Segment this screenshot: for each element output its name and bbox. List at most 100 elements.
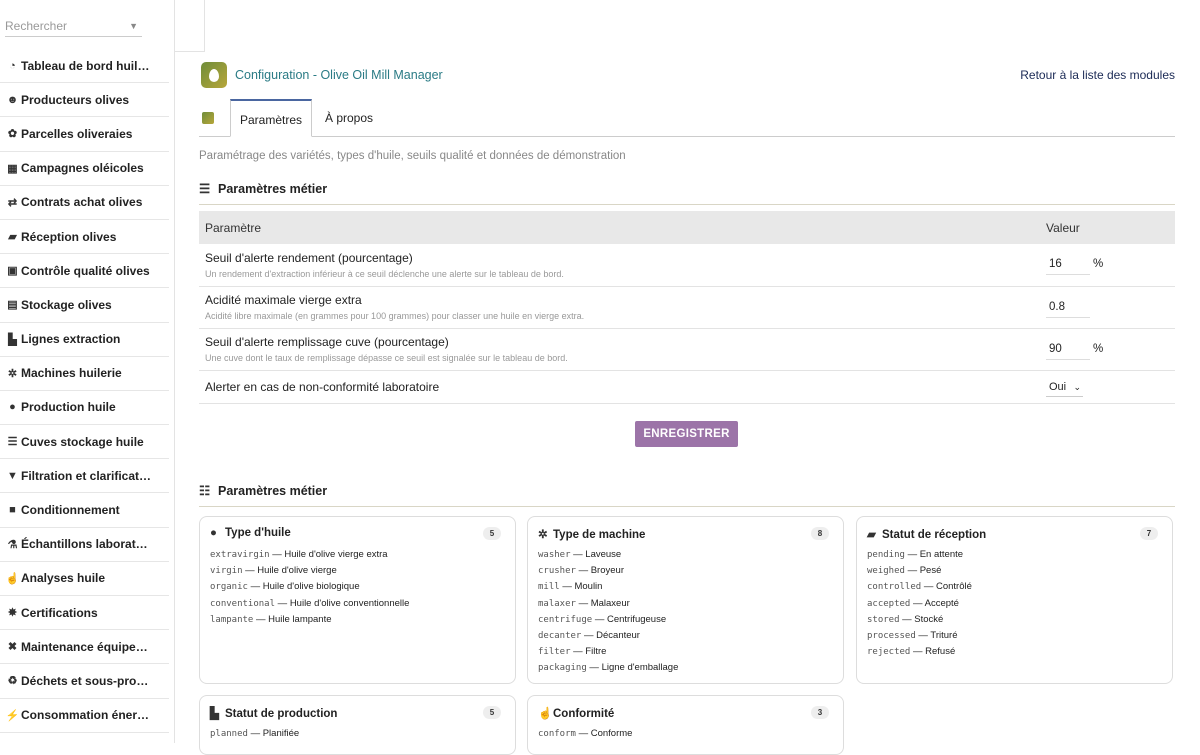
entry-label: Filtre — [585, 646, 607, 658]
list-item: lampante — Huile lampante — [210, 613, 332, 625]
industry-icon: ▙ — [8, 333, 17, 346]
sidebar-item[interactable]: ● Production huile — [0, 391, 169, 426]
list-item: filter — Filtre — [538, 646, 607, 658]
sidebar-item[interactable]: ✲ Machines huilerie — [0, 357, 169, 391]
entry-label: Pesé — [919, 565, 942, 577]
sidebar-item[interactable]: ▦ Campagnes oléicoles — [0, 152, 169, 186]
param-description: Un rendement d'extraction inférieur à ce… — [205, 268, 564, 279]
dictionary-card: ▙ Statut de production 5 planned — Planifié… — [199, 695, 516, 755]
sidebar: Rechercher ▼ ◔ Tableau de bord huil… ☻ Prod… — [0, 0, 175, 743]
tab-about[interactable]: À propos — [313, 99, 385, 137]
sidebar-item[interactable]: ⚗ Échantillons laborat… — [0, 528, 169, 562]
sidebar-item-label: Échantillons laborat… — [21, 537, 148, 552]
entry-code: malaxer — [538, 598, 576, 609]
sidebar-item[interactable]: ▣ Contrôle qualité olives — [0, 254, 169, 289]
certificate-icon: ✸ — [7, 607, 18, 620]
sidebar-item-label: Maintenance équipe… — [21, 639, 148, 654]
entry-code: conventional — [210, 598, 276, 609]
list-item: crusher — Broyeur — [538, 565, 624, 577]
param-unit: % — [1093, 342, 1104, 355]
sidebar-item-label: Analyses huile — [21, 571, 106, 586]
tools-icon: ✖ — [7, 641, 18, 654]
dict-section-title: ☷ Paramètres métier — [199, 483, 1175, 507]
sidebar-item-label: Production huile — [21, 400, 116, 415]
filter-icon: ▼ — [7, 469, 18, 482]
sidebar-item-label: Machines huilerie — [21, 366, 122, 381]
save-button[interactable]: ENREGISTRER — [635, 421, 738, 447]
industry-icon: ▙ — [210, 708, 219, 720]
sidebar-item[interactable]: ▼ Filtration et clarificat… — [0, 459, 169, 494]
sidebar-item-label: Conditionnement — [21, 503, 120, 518]
entry-label: Huile d'olive vierge extra — [284, 549, 388, 560]
count-badge: 3 — [811, 706, 829, 719]
entry-code: mill — [538, 582, 560, 593]
sidebar-item[interactable]: ■ Conditionnement — [0, 493, 169, 528]
card-title: Type d'huile — [225, 527, 291, 539]
list-item: centrifuge — Centrifugeuse — [538, 613, 667, 625]
entry-code: rejected — [867, 647, 911, 658]
sidebar-item[interactable]: ⚡ Consommation éner… — [0, 699, 169, 733]
entry-code: crusher — [538, 566, 576, 577]
sidebar-item[interactable]: ◔ Tableau de bord huil… — [0, 49, 169, 84]
entry-label: Contrôlé — [935, 581, 972, 593]
param-description: Une cuve dont le taux de remplissage dép… — [205, 353, 568, 363]
calendar-icon: ▦ — [7, 162, 18, 175]
sidebar-item-label: Campagnes oléicoles — [21, 161, 144, 176]
handshake-icon: ⇄ — [7, 196, 18, 209]
card-title: Statut de production — [225, 708, 338, 720]
entry-label: Moulin — [574, 581, 603, 593]
param-row: Seuil d'alerte rendement (pourcentage) Un… — [199, 244, 1175, 287]
users-icon: ☻ — [6, 93, 19, 106]
dictionary-card: ● Type d'huile 5 extravirgin — Huile d'oliv… — [199, 516, 516, 684]
sidebar-item[interactable]: ⇄ Contrats achat olives — [0, 186, 169, 220]
sidebar-item[interactable]: ✿ Parcelles oliveraies — [0, 117, 169, 152]
list-item: planned — Planifiée — [210, 728, 300, 739]
entry-code: packaging — [538, 663, 587, 674]
entry-label: Centrifugeuse — [606, 613, 667, 625]
back-to-modules-link[interactable]: Retour à la liste des modules — [1020, 68, 1175, 82]
sidebar-item-label: Producteurs olives — [21, 92, 130, 107]
param-value-input[interactable]: 90 — [1046, 339, 1090, 360]
card-title: Conformité — [553, 708, 615, 720]
param-row: Acidité maximale vierge extra Acidité lib… — [199, 286, 1175, 329]
count-badge: 5 — [483, 706, 501, 719]
sidebar-item[interactable]: ♻ Déchets et sous-pro… — [0, 664, 169, 699]
param-row: Alerter en cas de non-conformité laborat… — [199, 370, 1175, 404]
card-title: Statut de réception — [882, 529, 987, 541]
sidebar-item-label: Stockage olives — [21, 297, 112, 312]
param-value-input[interactable]: 16 — [1046, 254, 1090, 276]
list-icon: ☷ — [199, 484, 211, 498]
params-table: Paramètre Valeur Seuil d'alerte rendemen… — [199, 211, 1175, 404]
hand-flask-icon: ☝ — [5, 572, 20, 585]
sidebar-item[interactable]: ☝ Analyses huile — [0, 562, 169, 596]
entry-label: Stocké — [914, 613, 944, 625]
card-header: ✲ Type de machine 8 — [538, 527, 833, 541]
entry-label: Accepté — [924, 597, 959, 609]
col-param-header: Paramètre — [199, 211, 1040, 244]
entry-code: accepted — [867, 598, 911, 609]
cogs-icon: ✲ — [7, 367, 18, 380]
param-name: Alerter en cas de non-conformité laborat… — [205, 379, 440, 394]
tab-settings[interactable]: Paramètres — [230, 99, 312, 137]
sidebar-item-label: Contrats achat olives — [21, 195, 143, 210]
sidebar-item[interactable]: ▙ Lignes extraction — [0, 323, 169, 357]
sidebar-item-label: Cuves stockage huile — [21, 434, 144, 449]
module-tab-icon[interactable] — [202, 112, 214, 124]
page-header: Configuration - Olive Oil Mill Manager R… — [199, 62, 1175, 88]
sidebar-item[interactable]: ☰ Cuves stockage huile — [0, 425, 169, 460]
search-select[interactable]: Rechercher ▼ — [5, 16, 142, 37]
param-value-input[interactable]: 0.8 — [1046, 297, 1090, 318]
sidebar-item[interactable]: ▤ Stockage olives — [0, 288, 169, 323]
count-badge: 7 — [1140, 527, 1158, 540]
clipboard-check-icon: ▣ — [7, 265, 18, 278]
main-content: Configuration - Olive Oil Mill Manager R… — [199, 0, 1175, 755]
sidebar-item[interactable]: ▰ Réception olives — [0, 220, 169, 255]
col-value-header: Valeur — [1040, 211, 1175, 244]
sidebar-item[interactable]: ✸ Certifications — [0, 596, 169, 631]
sidebar-item[interactable]: ☻ Producteurs olives — [0, 83, 169, 118]
sidebar-item[interactable]: ✖ Maintenance équipe… — [0, 630, 169, 665]
param-select[interactable]: Oui ⌄ — [1046, 377, 1083, 397]
entry-label: Huile lampante — [268, 613, 332, 625]
entry-label: Trituré — [930, 629, 958, 641]
entry-code: filter — [538, 647, 571, 658]
